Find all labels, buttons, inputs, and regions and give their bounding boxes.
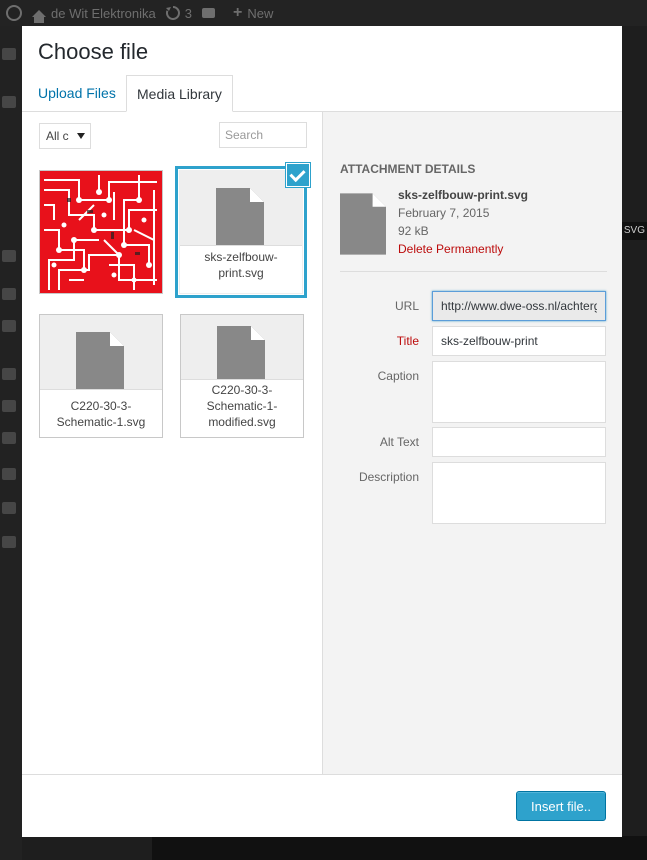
- pages-menu-icon: [2, 288, 16, 300]
- updates-link[interactable]: 3: [165, 5, 192, 21]
- site-name-link[interactable]: de Wit Elektronika: [32, 5, 156, 23]
- posts-menu-icon: [2, 96, 16, 108]
- plugins-menu-icon: [2, 400, 16, 412]
- description-textarea[interactable]: [432, 462, 606, 524]
- filename-line: Schematic-1.svg: [56, 415, 146, 429]
- attachment-thumbnail-selected[interactable]: sks-zelfbouw- print.svg: [179, 164, 309, 294]
- pcb-layout-image: [40, 171, 162, 293]
- admin-menu: [0, 26, 22, 860]
- details-filename: sks-zelfbouw-print.svg: [398, 188, 529, 202]
- attachment-filename: C220-30-3- Schematic-1.svg: [40, 389, 162, 437]
- attachment-details-heading: Attachment Details: [340, 162, 476, 176]
- comments-link[interactable]: [202, 8, 215, 18]
- media-filter-select[interactable]: All c: [39, 123, 91, 149]
- attachment-thumbnail[interactable]: C220-30-3- Schematic-1.svg: [39, 314, 163, 438]
- comments-menu-icon: [2, 320, 16, 332]
- details-file-size: 92 kB: [398, 224, 429, 238]
- tab-upload-files[interactable]: Upload Files: [28, 75, 126, 111]
- tools-menu-icon: [2, 468, 16, 480]
- url-label: URL: [394, 299, 419, 313]
- attachment-filename: C220-30-3- Schematic-1- modified.svg: [181, 379, 303, 437]
- site-name-label: de Wit Elektronika: [51, 5, 156, 21]
- url-field[interactable]: [432, 291, 606, 321]
- new-content-link[interactable]: + New: [233, 4, 273, 22]
- document-file-icon: [76, 332, 124, 396]
- dropdown-arrow-icon: [77, 133, 85, 139]
- plus-icon: +: [233, 4, 243, 21]
- filename-line: Schematic-1-: [206, 399, 278, 413]
- media-search-input[interactable]: [219, 122, 307, 148]
- alt-text-label: Alt Text: [379, 435, 419, 449]
- updates-icon: [165, 6, 180, 20]
- media-menu-icon: [2, 250, 16, 262]
- admin-bar: de Wit Elektronika 3 + New: [0, 0, 647, 26]
- caption-textarea[interactable]: [432, 361, 606, 423]
- filename-line: sks-zelfbouw-: [204, 250, 278, 264]
- modal-title: Choose file: [38, 39, 149, 64]
- filename-line: print.svg: [218, 266, 264, 280]
- attachment-thumbnail[interactable]: [39, 170, 163, 294]
- caption-label: Caption: [377, 369, 419, 383]
- document-file-icon: [216, 188, 264, 252]
- background-footer: [152, 836, 647, 860]
- collapse-menu-icon: [2, 536, 16, 548]
- title-field[interactable]: [432, 326, 606, 356]
- background-svg-label: SVG: [622, 222, 647, 240]
- filename-line: modified.svg: [208, 415, 276, 429]
- attachment-thumbnail[interactable]: C220-30-3- Schematic-1- modified.svg: [180, 314, 304, 438]
- filename-line: C220-30-3-: [70, 399, 132, 413]
- updates-count: 3: [184, 5, 192, 21]
- home-icon: [32, 9, 46, 23]
- appearance-menu-icon: [2, 368, 16, 380]
- media-modal: Choose file Upload Files Media Library A…: [22, 26, 622, 837]
- close-button[interactable]: [582, 26, 622, 66]
- dashboard-menu-icon: [2, 48, 16, 60]
- attachments-browser: All c Search sks-zelfbouw- print.svg C22…: [22, 112, 322, 774]
- attachment-details-sidebar: Attachment Details sks-zelfbouw-print.sv…: [322, 112, 622, 774]
- media-filter-value: All c: [46, 129, 69, 143]
- description-label: Description: [358, 470, 419, 484]
- alt-text-field[interactable]: [432, 427, 606, 457]
- details-upload-date: February 7, 2015: [398, 206, 490, 220]
- divider: [340, 271, 607, 272]
- filename-line: C220-30-3-: [211, 383, 273, 397]
- attachment-filename: sks-zelfbouw- print.svg: [180, 245, 302, 293]
- modal-toolbar: Insert file..: [22, 774, 622, 837]
- new-label: New: [247, 5, 274, 21]
- users-menu-icon: [2, 432, 16, 444]
- delete-permanently-link[interactable]: Delete Permanently: [398, 242, 503, 256]
- comments-icon: [202, 8, 215, 18]
- router-tabs: Upload Files Media Library: [22, 75, 622, 112]
- wordpress-logo-icon[interactable]: [6, 5, 22, 21]
- document-file-icon: [340, 193, 386, 255]
- settings-menu-icon: [2, 502, 16, 514]
- tab-media-library[interactable]: Media Library: [126, 75, 233, 112]
- checkmark-icon[interactable]: [287, 164, 309, 186]
- title-label: Title: [396, 334, 419, 348]
- insert-file-button[interactable]: Insert file..: [516, 791, 606, 821]
